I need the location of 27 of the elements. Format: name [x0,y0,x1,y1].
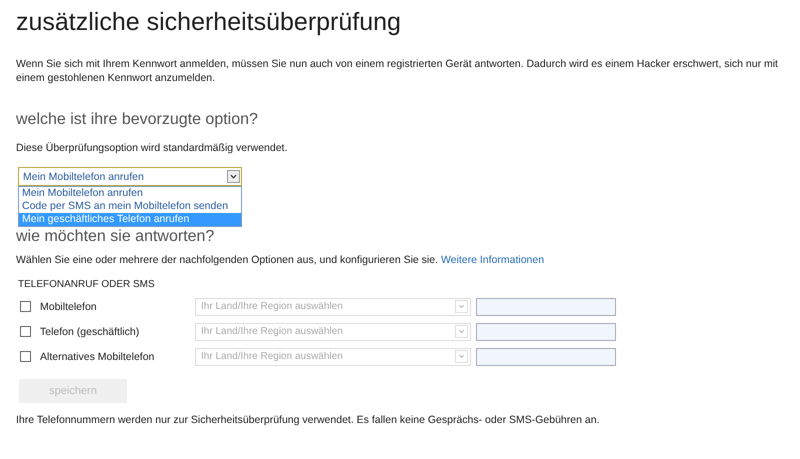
option-label: Mobiltelefon [40,300,98,312]
country-select[interactable]: Ihr Land/Ihre Region auswählen [195,348,471,366]
phone-input[interactable] [476,322,616,340]
country-select[interactable]: Ihr Land/Ihre Region auswählen [195,298,471,316]
caret-icon [227,170,240,183]
page-title: zusätzliche sicherheitsüberprüfung [16,8,402,37]
info-link[interactable]: Weitere Informationen [440,254,544,266]
option-select[interactable]: Mein Mobiltelefon anrufen [18,167,242,186]
section-heading: wie möchten sie antworten? [16,228,216,246]
dropdown-option[interactable]: Mein geschäftliches Telefon anrufen [19,213,241,226]
checkbox[interactable] [20,351,31,362]
option-label: Telefon (geschäftlich) [40,326,140,338]
hint-text: Diese Überprüfungsoption wird standardmäßig verwendet. [16,141,288,155]
checkbox[interactable] [20,301,31,312]
checkbox[interactable] [20,326,31,337]
country-select[interactable]: Ihr Land/Ihre Region auswählen [195,322,471,340]
footer-text: Ihre Telefonnummern werden nur zur Sicherheitsüberprüfung verwendet. Es fallen keine Gesprächs- oder SMS-Gebühren an. [16,413,600,427]
intro-text: Wenn Sie sich mit Ihrem Kennwort anmelden, müssen Sie nun auch von einem registrierten Gerät antworten. Dadurch wird es einem Hacker erschwert, sich nur mit einem gestohlenen Kennwort anzumelden. [16,57,779,85]
caret-icon [455,300,468,313]
option-label: Alternatives Mobiltelefon [40,350,156,362]
caret-icon [455,325,468,338]
phone-input[interactable] [476,348,616,366]
section-heading: welche ist ihre bevorzugte option? [16,111,259,129]
info-text: Wählen Sie eine oder mehrere der nachfolgenden Optionen aus, und konfigurieren Sie sie. Weitere Informationen [16,253,546,267]
caret-icon [455,350,468,363]
phone-input[interactable] [476,298,616,316]
section-label: TELEFONANRUF ODER SMS [18,279,156,290]
